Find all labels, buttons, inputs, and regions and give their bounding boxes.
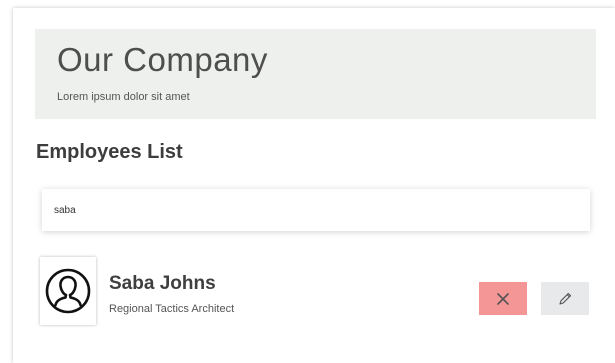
employee-name: Saba Johns bbox=[109, 273, 216, 294]
pencil-icon bbox=[559, 292, 572, 305]
employee-search-input[interactable] bbox=[42, 189, 590, 231]
delete-employee-button[interactable] bbox=[479, 282, 527, 315]
company-header: Our Company Lorem ipsum dolor sit amet bbox=[35, 29, 596, 119]
app-card: Our Company Lorem ipsum dolor sit amet E… bbox=[13, 8, 615, 363]
company-subtitle: Lorem ipsum dolor sit amet bbox=[57, 91, 190, 103]
company-title: Our Company bbox=[57, 41, 268, 78]
close-icon bbox=[497, 292, 509, 305]
search-box bbox=[42, 189, 590, 231]
employees-list-title: Employees List bbox=[36, 141, 183, 163]
employee-role: Regional Tactics Architect bbox=[109, 303, 235, 315]
edit-employee-button[interactable] bbox=[541, 282, 589, 315]
employee-list-item: Saba Johns Regional Tactics Architect bbox=[40, 257, 595, 327]
avatar bbox=[40, 257, 96, 325]
user-silhouette-icon bbox=[45, 268, 91, 314]
